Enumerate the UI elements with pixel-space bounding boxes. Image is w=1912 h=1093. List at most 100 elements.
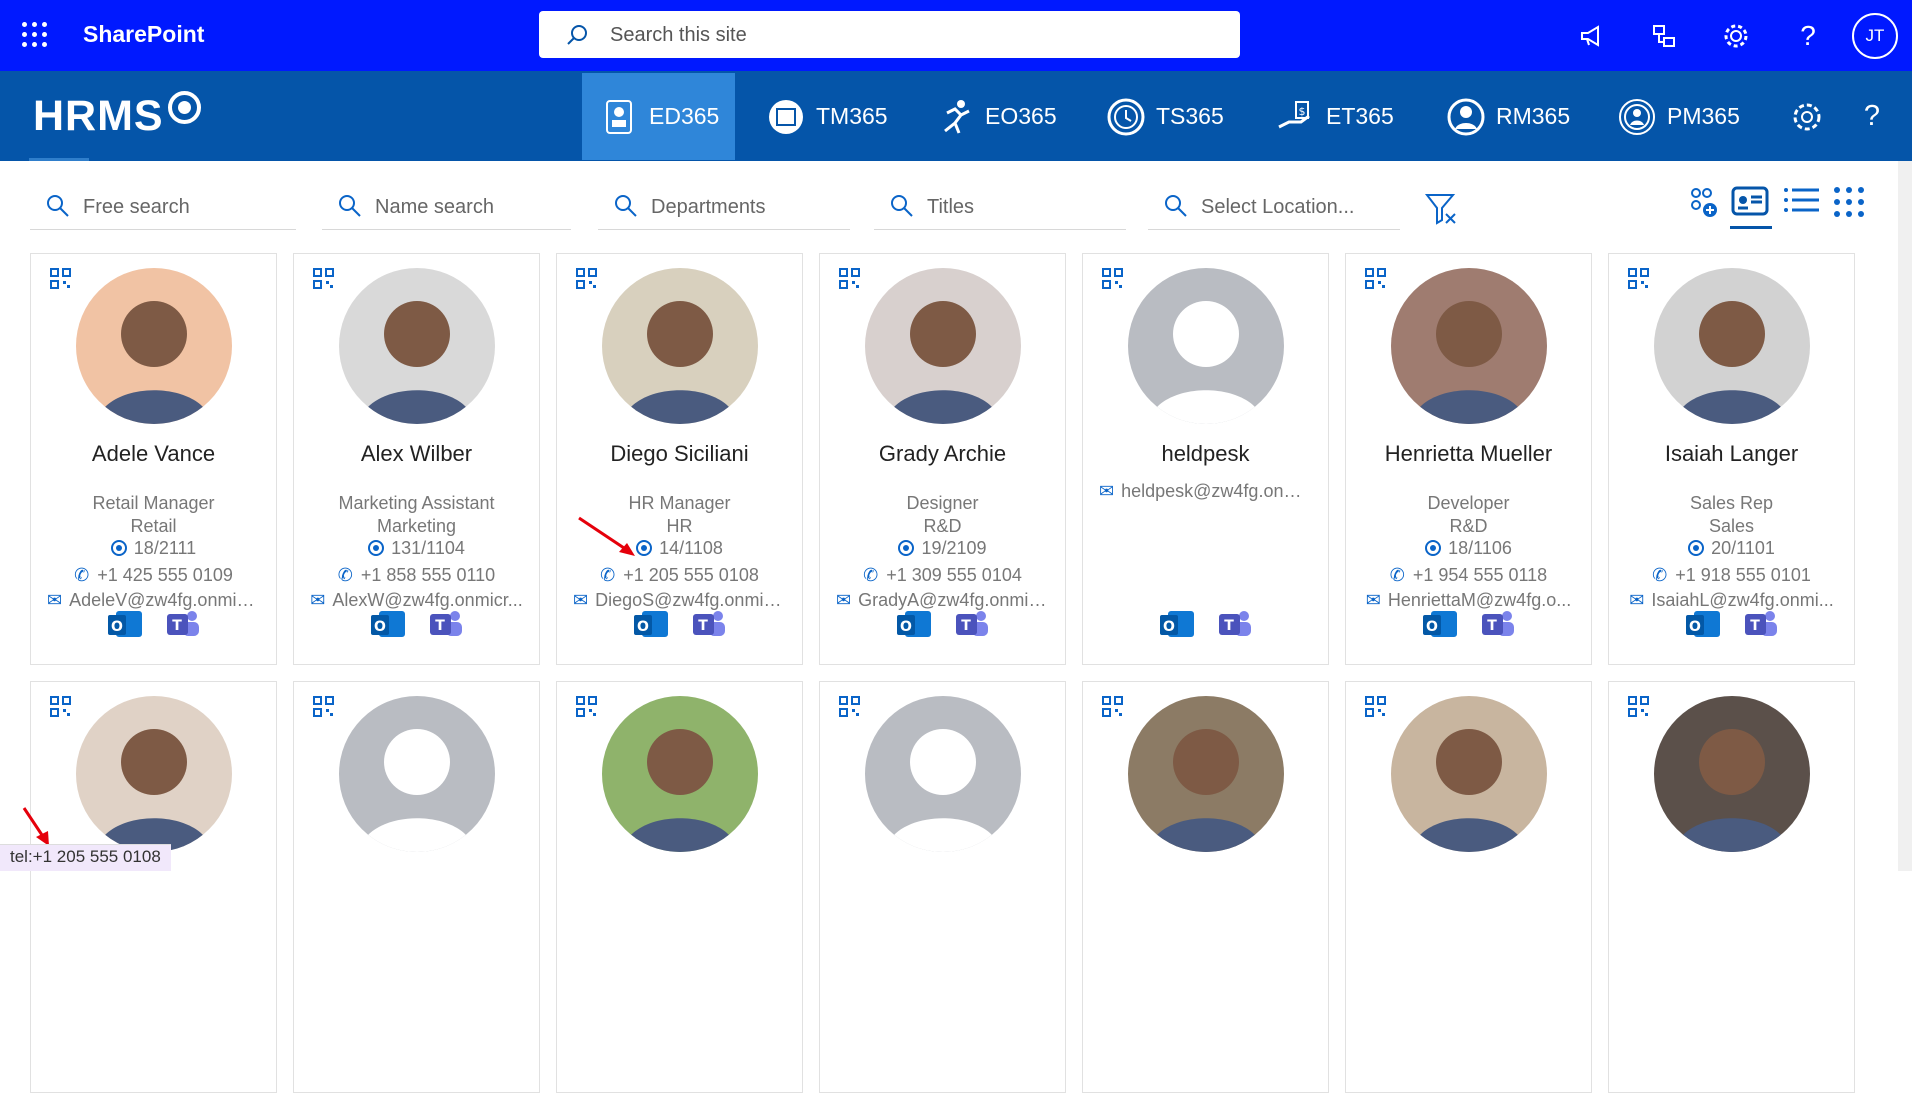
megaphone-icon[interactable]: [1556, 0, 1628, 71]
person-card[interactable]: Alex Wilber Marketing Assistant Marketin…: [293, 253, 540, 665]
outlook-icon[interactable]: O: [1158, 607, 1196, 641]
phone-link[interactable]: ✆ +1 425 555 0109: [31, 565, 276, 586]
phone-link[interactable]: ✆+1 205 555 0108: [557, 565, 802, 586]
qr-code-icon[interactable]: [313, 268, 334, 289]
vertical-scrollbar[interactable]: [1898, 161, 1912, 871]
phone-number[interactable]: +1 858 555 0110: [361, 565, 495, 585]
person-card[interactable]: heldpesk ✉heldpesk@zw4fg.onm... O T: [1082, 253, 1329, 665]
nav-et365[interactable]: $ ET365: [1276, 73, 1394, 160]
titles-filter[interactable]: Titles: [874, 183, 1126, 230]
person-card[interactable]: [819, 681, 1066, 1093]
qr-code-icon[interactable]: [1102, 268, 1123, 289]
person-name[interactable]: Diego Siciliani: [557, 441, 802, 467]
person-title: Developer: [1346, 493, 1591, 514]
nav-pm365[interactable]: PM365: [1617, 73, 1740, 160]
qr-code-icon[interactable]: [576, 696, 597, 717]
departments-filter[interactable]: Departments: [598, 183, 850, 230]
email-address[interactable]: heldpesk@zw4fg.onm...: [1121, 481, 1313, 501]
list-view-icon[interactable]: [1781, 183, 1821, 224]
phone-number[interactable]: +1 918 555 0101: [1675, 565, 1811, 585]
person-name[interactable]: Henrietta Mueller: [1346, 441, 1591, 467]
qr-code-icon[interactable]: [839, 268, 860, 289]
phone-number[interactable]: +1 205 555 0108: [623, 565, 759, 585]
phone-link[interactable]: ✆+1 918 555 0101: [1609, 565, 1854, 586]
card-view-icon[interactable]: [1730, 183, 1772, 229]
qr-code-icon[interactable]: [313, 696, 334, 717]
grid-view-icon[interactable]: [1832, 185, 1866, 224]
nav-ts365[interactable]: TS365: [1106, 73, 1224, 160]
outlook-icon[interactable]: O: [632, 607, 670, 641]
outlook-icon[interactable]: O: [1684, 607, 1722, 641]
person-name[interactable]: Isaiah Langer: [1609, 441, 1854, 467]
person-card[interactable]: Adele Vance Retail Manager Retail 18/211…: [30, 253, 277, 665]
teams-icon[interactable]: T: [427, 607, 465, 641]
person-card[interactable]: [1608, 681, 1855, 1093]
nav-eo365[interactable]: EO365: [935, 73, 1057, 160]
person-name[interactable]: Alex Wilber: [294, 441, 539, 467]
qr-code-icon[interactable]: [839, 696, 860, 717]
person-card[interactable]: Diego Siciliani HR Manager HR 14/1108 ✆+…: [556, 253, 803, 665]
hrms-help-icon[interactable]: ?: [1836, 81, 1908, 152]
email-link[interactable]: ✉heldpesk@zw4fg.onm...: [1083, 481, 1328, 502]
svg-text:T: T: [1224, 618, 1234, 634]
phone-link[interactable]: ✆ +1 309 555 0104: [820, 565, 1065, 586]
add-people-icon[interactable]: [1684, 183, 1722, 226]
qr-code-icon[interactable]: [1628, 268, 1649, 289]
qr-code-icon[interactable]: [50, 696, 71, 717]
outlook-icon[interactable]: O: [106, 607, 144, 641]
qr-code-icon[interactable]: [576, 268, 597, 289]
outlook-icon[interactable]: O: [1421, 607, 1459, 641]
teams-icon[interactable]: T: [953, 607, 991, 641]
free-search-input[interactable]: Free search: [30, 183, 296, 230]
hrms-logo[interactable]: HRMS: [33, 91, 201, 141]
clear-filter-icon[interactable]: [1423, 190, 1459, 231]
person-name[interactable]: Grady Archie: [820, 441, 1065, 467]
share-icon[interactable]: [1628, 0, 1700, 71]
teams-icon[interactable]: T: [164, 607, 202, 641]
outlook-icon[interactable]: O: [895, 607, 933, 641]
location-filter[interactable]: Select Location...: [1148, 183, 1400, 230]
qr-code-icon[interactable]: [50, 268, 71, 289]
name-search-input[interactable]: Name search: [322, 183, 571, 230]
sharepoint-title[interactable]: SharePoint: [83, 21, 204, 48]
person-card[interactable]: Henrietta Mueller Developer R&D 18/1106 …: [1345, 253, 1592, 665]
person-name[interactable]: Adele Vance: [31, 441, 276, 467]
teams-icon[interactable]: T: [690, 607, 728, 641]
person-name[interactable]: heldpesk: [1083, 441, 1328, 467]
outlook-icon[interactable]: O: [369, 607, 407, 641]
qr-code-icon[interactable]: [1365, 696, 1386, 717]
phone-link[interactable]: ✆+1 954 555 0118: [1346, 565, 1591, 586]
teams-icon[interactable]: T: [1216, 607, 1254, 641]
app-launcher-icon[interactable]: [22, 22, 48, 48]
phone-number[interactable]: +1 954 555 0118: [1413, 565, 1547, 585]
phone-link[interactable]: ✆+1 858 555 0110: [294, 565, 539, 586]
sharepoint-topbar: SharePoint Search this site ? JT: [0, 0, 1912, 71]
user-avatar[interactable]: JT: [1852, 13, 1898, 59]
phone-icon: ✆: [74, 565, 89, 585]
person-card[interactable]: [1345, 681, 1592, 1093]
qr-code-icon[interactable]: [1365, 268, 1386, 289]
person-card[interactable]: [30, 681, 277, 1093]
person-card[interactable]: Isaiah Langer Sales Rep Sales 20/1101 ✆+…: [1608, 253, 1855, 665]
teams-icon[interactable]: T: [1742, 607, 1780, 641]
svg-text:T: T: [172, 618, 182, 634]
nav-tm365[interactable]: TM365: [766, 73, 888, 160]
qr-code-icon[interactable]: [1628, 696, 1649, 717]
hrms-settings-icon[interactable]: [1771, 81, 1843, 152]
nav-et365-label: ET365: [1326, 103, 1394, 130]
help-icon[interactable]: ?: [1772, 0, 1844, 71]
settings-gear-icon[interactable]: [1700, 0, 1772, 71]
site-search-box[interactable]: Search this site: [539, 11, 1240, 58]
person-card[interactable]: [556, 681, 803, 1093]
person-card[interactable]: Grady Archie Designer R&D 19/2109 ✆+1 30…: [819, 253, 1066, 665]
nav-ed365[interactable]: ED365: [582, 73, 735, 160]
person-card[interactable]: [293, 681, 540, 1093]
svg-text:O: O: [1689, 619, 1701, 635]
qr-code-icon[interactable]: [1102, 696, 1123, 717]
nav-rm365[interactable]: RM365: [1446, 73, 1570, 160]
person-card[interactable]: [1082, 681, 1329, 1093]
phone-number[interactable]: +1 425 555 0109: [97, 565, 233, 585]
phone-icon: ✆: [863, 565, 878, 585]
phone-number[interactable]: +1 309 555 0104: [886, 565, 1022, 585]
teams-icon[interactable]: T: [1479, 607, 1517, 641]
